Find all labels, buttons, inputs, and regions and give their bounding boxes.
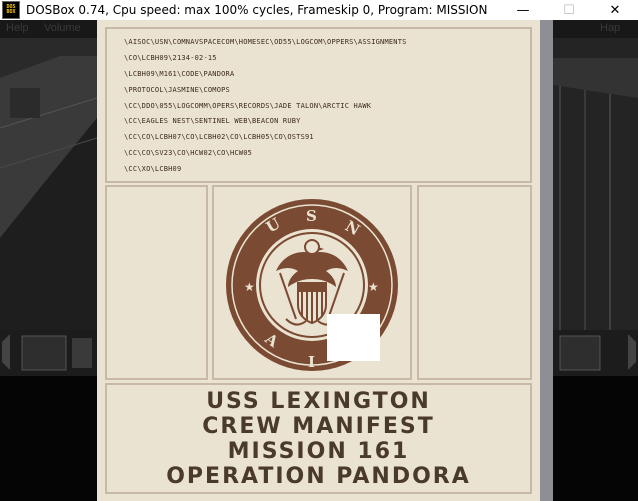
path-line: \PROTOCOL\JASMINE\COMOPS bbox=[124, 85, 230, 94]
console-strip-right bbox=[540, 330, 638, 376]
menu-right-item[interactable]: Hap bbox=[600, 22, 620, 34]
hangar-structure-right bbox=[540, 38, 638, 348]
title-mission-number: MISSION 161 bbox=[227, 438, 410, 464]
path-line: \CC\EAGLES NEST\SENTINEL WEB\BEACON RUBY bbox=[124, 117, 301, 126]
window-title: DOSBox 0.74, Cpu speed: max 100% cycles,… bbox=[26, 3, 488, 17]
menu-help[interactable]: Help bbox=[6, 22, 29, 34]
background-left-scene bbox=[0, 38, 98, 348]
path-line: \CC\CO\LCBH07\CO\LCBH02\CO\LCBH05\CO\OST… bbox=[124, 133, 314, 142]
console-strip-left bbox=[0, 330, 97, 376]
title-operation-name: OPERATION PANDORA bbox=[166, 463, 471, 489]
path-line: \LCBH09\M161\CODE\PANDORA bbox=[124, 69, 235, 78]
menu-volume[interactable]: Volume bbox=[44, 22, 81, 34]
title-ship-name: USS LEXINGTON bbox=[206, 388, 431, 414]
left-blank-panel bbox=[105, 185, 208, 380]
console-icons-left bbox=[2, 334, 92, 371]
path-line: \AISOC\USN\COMNAVSPACECOM\HOMESEC\OD55\L… bbox=[124, 38, 407, 46]
path-line: \CC\CO\SV23\CO\HCW02\CO\HCW05 bbox=[124, 149, 253, 158]
seal-letter-bottom-2: I bbox=[308, 353, 315, 371]
path-line: \CO\LCBH09\2134-02-15 bbox=[124, 53, 217, 62]
dosbox-app-icon[interactable]: DOS BOX bbox=[2, 1, 20, 19]
manifest-title-box: USS LEXINGTON CREW MANIFEST MISSION 161 … bbox=[105, 383, 532, 494]
hangar-structure-left bbox=[0, 56, 98, 348]
game-viewport[interactable]: Help Volume Hap \AISOC\USN\COMNAVSPACECO… bbox=[0, 20, 638, 501]
window-controls: — ☐ ✕ bbox=[500, 0, 638, 20]
seal-letter-top-2: S bbox=[306, 207, 317, 225]
maximize-button[interactable]: ☐ bbox=[546, 0, 592, 20]
seal-panel: U S N A I S ★ ★ bbox=[212, 185, 412, 380]
path-line: \CC\XO\LCBH09 bbox=[124, 165, 182, 174]
app-icon-text-bottom: BOX bbox=[6, 9, 16, 15]
minimize-button[interactable]: — bbox=[500, 0, 546, 20]
directory-path-box: \AISOC\USN\COMNAVSPACECOM\HOMESEC\OD55\L… bbox=[105, 27, 532, 183]
path-line: \CC\DDO\055\LOGCOMM\OPERS\RECORDS\JADE T… bbox=[124, 101, 372, 110]
crew-manifest-document: \AISOC\USN\COMNAVSPACECOM\HOMESEC\OD55\L… bbox=[97, 20, 540, 501]
close-button[interactable]: ✕ bbox=[592, 0, 638, 20]
console-icons-right bbox=[559, 334, 636, 371]
right-blank-panel bbox=[417, 185, 532, 380]
background-right-scene bbox=[540, 38, 638, 348]
redaction-block bbox=[327, 314, 380, 361]
document-edge-shadow bbox=[540, 20, 553, 501]
title-document-type: CREW MANIFEST bbox=[202, 413, 435, 439]
svg-text:★: ★ bbox=[244, 280, 255, 294]
window-titlebar: DOS BOX DOSBox 0.74, Cpu speed: max 100%… bbox=[0, 0, 638, 20]
svg-text:★: ★ bbox=[368, 280, 379, 294]
